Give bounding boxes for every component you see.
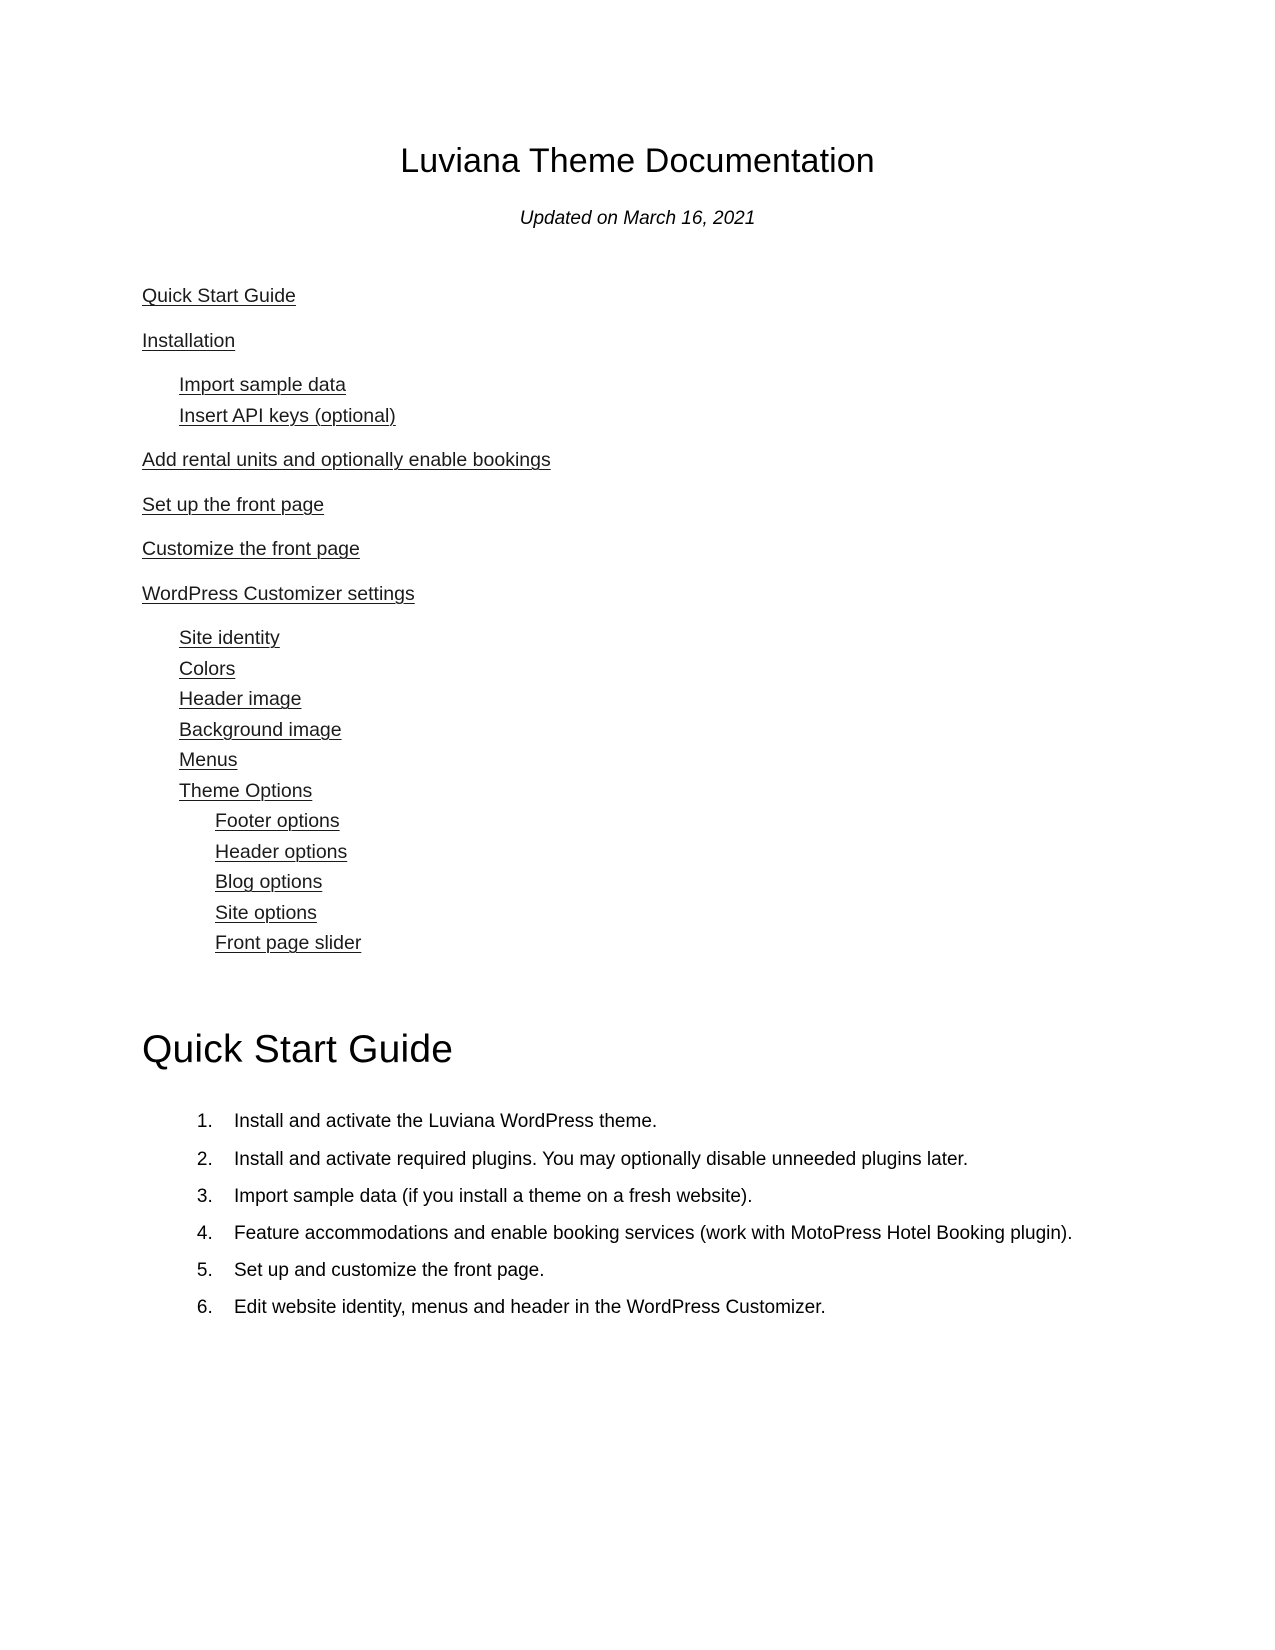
- toc-link[interactable]: Colors: [179, 658, 235, 680]
- toc-item: Background image: [142, 719, 1133, 741]
- toc-link[interactable]: Add rental units and optionally enable b…: [142, 449, 551, 471]
- toc-link[interactable]: Menus: [179, 749, 238, 771]
- quick-start-step: Install and activate required plugins. Y…: [218, 1141, 1133, 1178]
- toc-link[interactable]: Set up the front page: [142, 494, 324, 516]
- toc-item: Blog options: [142, 871, 1133, 893]
- toc-link[interactable]: Site options: [215, 902, 317, 924]
- toc-link[interactable]: Quick Start Guide: [142, 285, 296, 307]
- toc-item: Add rental units and optionally enable b…: [142, 449, 1133, 471]
- table-of-contents: Quick Start Guide Installation Import samp…: [142, 231, 1133, 954]
- toc-item: Front page slider: [142, 932, 1133, 954]
- toc-item: Set up the front page: [142, 494, 1133, 516]
- toc-link[interactable]: Header image: [179, 688, 301, 710]
- document-content: Luviana Theme Documentation Updated on M…: [142, 0, 1133, 1326]
- document-updated-date: Updated on March 16, 2021: [519, 207, 756, 229]
- page-title: Luviana Theme Documentation: [400, 142, 875, 180]
- quick-start-step: Set up and customize the front page.: [218, 1252, 1133, 1289]
- document-page: Luviana Theme Documentation Updated on M…: [0, 0, 1275, 1650]
- toc-item: Header image: [142, 688, 1133, 710]
- toc-item: WordPress Customizer settings: [142, 583, 1133, 605]
- toc-link[interactable]: Customize the front page: [142, 538, 360, 560]
- toc-link[interactable]: Theme Options: [179, 780, 312, 802]
- toc-item: Theme Options: [142, 780, 1133, 802]
- toc-link[interactable]: Background image: [179, 719, 342, 741]
- toc-item: Menus: [142, 749, 1133, 771]
- toc-item: Site options: [142, 902, 1133, 924]
- toc-link[interactable]: Header options: [215, 841, 347, 863]
- toc-link[interactable]: Footer options: [215, 810, 340, 832]
- quick-start-steps-list: Install and activate the Luviana WordPre…: [142, 1073, 1133, 1325]
- toc-link[interactable]: Blog options: [215, 871, 322, 893]
- toc-item: Colors: [142, 658, 1133, 680]
- toc-link[interactable]: WordPress Customizer settings: [142, 583, 415, 605]
- toc-link[interactable]: Front page slider: [215, 932, 361, 954]
- section-heading-quick-start-guide: Quick Start Guide: [142, 1027, 454, 1071]
- toc-item: Insert API keys (optional): [142, 405, 1133, 427]
- quick-start-step: Import sample data (if you install a the…: [218, 1178, 1133, 1215]
- quick-start-step: Install and activate the Luviana WordPre…: [218, 1103, 1133, 1140]
- toc-item: Installation: [142, 330, 1133, 352]
- toc-link[interactable]: Installation: [142, 330, 235, 352]
- toc-item: Customize the front page: [142, 538, 1133, 560]
- toc-item: Header options: [142, 841, 1133, 863]
- toc-link[interactable]: Site identity: [179, 627, 280, 649]
- toc-item: Quick Start Guide: [142, 285, 1133, 307]
- toc-item: Import sample data: [142, 374, 1133, 396]
- quick-start-step: Edit website identity, menus and header …: [218, 1289, 1133, 1326]
- toc-link[interactable]: Insert API keys (optional): [179, 405, 396, 427]
- toc-link[interactable]: Import sample data: [179, 374, 346, 396]
- quick-start-step: Feature accommodations and enable bookin…: [218, 1215, 1133, 1252]
- toc-item: Footer options: [142, 810, 1133, 832]
- toc-item: Site identity: [142, 627, 1133, 649]
